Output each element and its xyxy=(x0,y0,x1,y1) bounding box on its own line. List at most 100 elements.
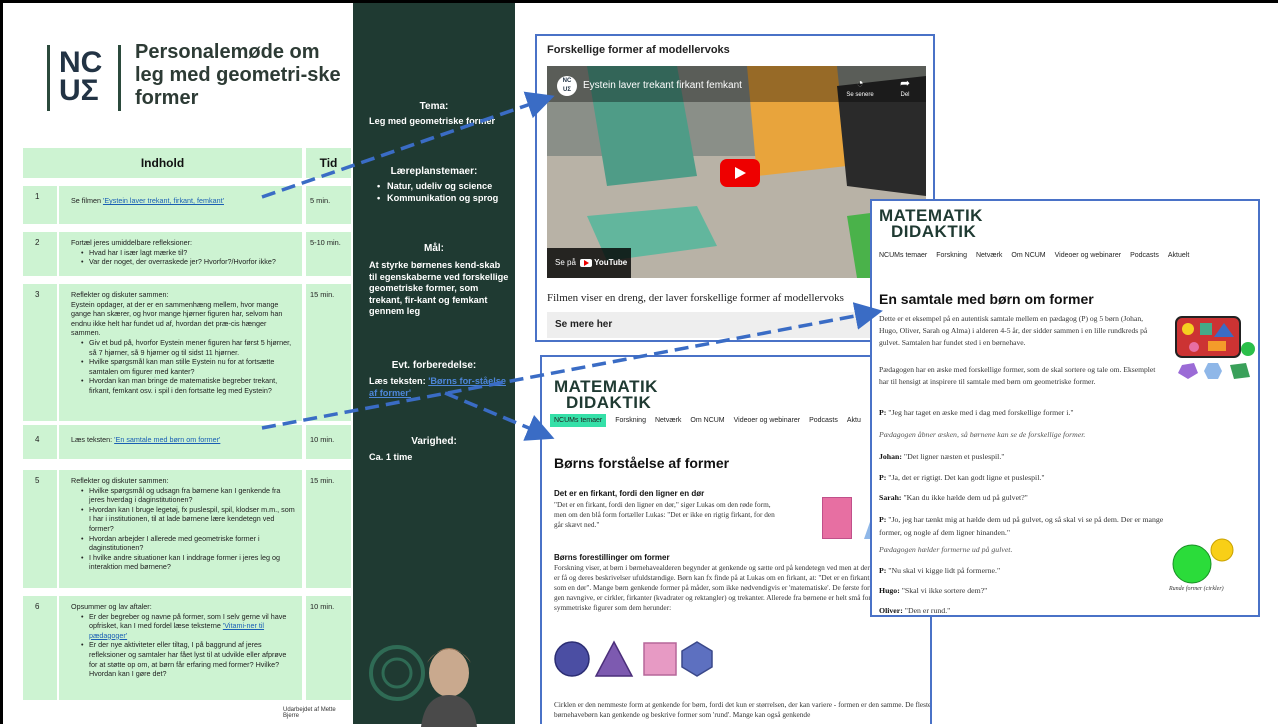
nav-item-videoer[interactable]: Videoer og webinarer xyxy=(734,417,800,424)
nav-item-ncums-temaer[interactable]: NCUMs temaer xyxy=(879,252,927,259)
logo-line-2: UΣ xyxy=(59,74,99,107)
logo-divider xyxy=(47,45,50,111)
row-5-content: Reflekter og diskuter sammen: Hvilke spø… xyxy=(59,470,302,588)
nav-item-aktuelt[interactable]: Aktu xyxy=(847,417,861,424)
left-border xyxy=(0,0,3,724)
watch-later-button[interactable]: ◔ Se senere xyxy=(845,74,875,98)
row-6-bullet: Er der nye aktiviteter eller tiltag, I p… xyxy=(81,640,296,678)
article1-paragraph-1: "Det er en firkant, fordi den ligner en … xyxy=(554,500,775,529)
laereplan-item: Natur, udeliv og science xyxy=(377,181,509,193)
matematik-didaktik-logo[interactable]: MATEMATIK DIDAKTIK xyxy=(554,378,658,412)
dialogue-line: Johan: "Det ligner næsten et puslespil." xyxy=(879,452,1169,461)
row-2-bullet: Var der noget, der overraskede jer? Hvor… xyxy=(81,257,296,267)
row-1-time: 5 min. xyxy=(306,186,351,224)
logo-word-2: DIDAKTIK xyxy=(566,393,652,412)
row-3-number: 3 xyxy=(23,284,57,421)
row-3-intro: Reflekter og diskuter sammen: xyxy=(71,290,169,299)
row-1-number: 1 xyxy=(23,186,57,224)
stage-note: Pædagogen åbner æsken, så børnene kan se… xyxy=(879,430,1086,439)
nav-item-om-ncum[interactable]: Om NCUM xyxy=(690,417,724,424)
row-3-bullet: Giv et bud på, hvorfor Eystein mener fig… xyxy=(81,338,296,357)
maal-heading: Mål: xyxy=(424,243,444,254)
row-6-number: 6 xyxy=(23,596,57,700)
info-band: Tema: Leg med geometriske former Lærepla… xyxy=(353,3,515,727)
nav-item-podcasts[interactable]: Podcasts xyxy=(809,417,838,424)
row-4-content: Læs teksten: 'En samtale med børn om for… xyxy=(59,425,302,459)
nav-item-ncums-temaer[interactable]: NCUMs temaer xyxy=(550,414,607,427)
article-samtale-om-former: MATEMATIK DIDAKTIK NCUMs temaer Forskning… xyxy=(870,199,1260,617)
share-button[interactable]: ➦ Del xyxy=(893,74,917,98)
article2-heading: En samtale med børn om former xyxy=(879,291,1094,307)
pink-rectangle-shape xyxy=(822,497,852,539)
varighed-text: Ca. 1 time xyxy=(369,452,413,462)
row-4-number: 4 xyxy=(23,425,57,459)
nav-item-aktuelt[interactable]: Aktuelt xyxy=(1168,252,1189,259)
nav-item-forskning[interactable]: Forskning xyxy=(936,252,967,259)
utterance: "Den er rund." xyxy=(902,606,951,615)
row-5-number: 5 xyxy=(23,470,57,588)
row-2-intro: Fortæl jeres umiddelbare refleksioner: xyxy=(71,238,193,247)
dialogue-line: P: "Ja, det er rigtigt. Det kan godt lig… xyxy=(879,473,1169,482)
nav-item-om-ncum[interactable]: Om NCUM xyxy=(1011,252,1045,259)
speaker: Hugo: xyxy=(879,586,900,595)
utterance: "Nu skal vi kigge lidt på formerne." xyxy=(886,566,1001,575)
row-5-intro: Reflekter og diskuter sammen: xyxy=(71,476,169,485)
article2-paragraph-1: Dette er et eksempel på en autentisk sam… xyxy=(879,314,1148,347)
nav-item-podcasts[interactable]: Podcasts xyxy=(1130,252,1159,259)
nav-item-netvaerk[interactable]: Netværk xyxy=(655,417,681,424)
nav-item-forskning[interactable]: Forskning xyxy=(615,417,646,424)
text-link-samtale[interactable]: 'En samtale med børn om former' xyxy=(114,435,220,444)
matematik-didaktik-logo[interactable]: MATEMATIK DIDAKTIK xyxy=(879,207,983,241)
shapes-illustration xyxy=(554,640,713,677)
row-2-time: 5-10 min. xyxy=(306,232,351,276)
article1-paragraph-3: Cirklen er den nemmeste form at genkende… xyxy=(554,700,932,719)
logo-word-2: DIDAKTIK xyxy=(891,222,977,241)
utterance: "Det ligner næsten et puslespil." xyxy=(901,452,1005,461)
utterance: "Jo, jeg har tænkt mig at hælde dem ud p… xyxy=(879,515,1164,537)
dialogue-line: Pædagogen åbner æsken, så børnene kan se… xyxy=(879,430,1169,439)
dialogue-line: Hugo: "Skal vi ikke sortere dem?" xyxy=(879,586,1169,595)
nav-item-netvaerk[interactable]: Netværk xyxy=(976,252,1002,259)
header-indhold: Indhold xyxy=(23,148,302,178)
speaker: Oliver: xyxy=(879,606,903,615)
laereplan-heading: Læreplanstemaer: xyxy=(390,166,478,177)
article1-heading: Børns forståelse af former xyxy=(554,455,730,471)
row-2-content: Fortæl jeres umiddelbare refleksioner: H… xyxy=(59,232,302,276)
watch-later-label: Se senere xyxy=(846,92,874,98)
dialogue-line: Sarah: "Kan du ikke hælde dem ud på gulv… xyxy=(879,493,1169,502)
top-border xyxy=(0,0,1278,3)
maal-text: At styrke børnenes kend-skab til egenska… xyxy=(369,260,509,316)
dialogue-line: Oliver: "Den er rund." xyxy=(879,606,1169,615)
forberedelse-text: Læs teksten: 'Børns for-ståelse af forme… xyxy=(369,376,509,399)
watch-on-youtube-button[interactable]: Se på YouTube xyxy=(547,248,631,278)
play-button[interactable] xyxy=(720,159,760,187)
row-5-bullet: Hvilke spørgsmål og udsagn fra børnene k… xyxy=(81,486,296,505)
film-link[interactable]: 'Eystein laver trekant, firkant, femkant… xyxy=(103,196,224,205)
logo-divider-right xyxy=(118,45,121,111)
channel-avatar[interactable]: NC UΣ xyxy=(557,76,577,96)
dialogue-line: Pædagogen hælder formerne ud på gulvet. xyxy=(879,545,1169,554)
tema-heading: Tema: xyxy=(419,101,449,112)
row-6-bullet: Er der begreber og navne på former, som … xyxy=(81,612,296,641)
utterance: "Skal vi ikke sortere dem?" xyxy=(899,586,988,595)
video-caption: Filmen viser en dreng, der laver forskel… xyxy=(547,292,844,304)
shape-box-illustration xyxy=(1175,316,1255,379)
forberedelse-intro: Læs teksten: xyxy=(369,376,429,386)
nav-item-videoer[interactable]: Videoer og webinarer xyxy=(1055,252,1121,259)
row-6-intro: Opsummer og lav aftaler: xyxy=(71,602,152,611)
article1-subheading-1: Det er en firkant, fordi den ligner en d… xyxy=(554,489,705,498)
utterance: "Kan du ikke hælde dem ud på gulvet?" xyxy=(901,493,1028,502)
row-3-bullet: Hvordan kan man bringe de matematiske be… xyxy=(81,376,296,395)
youtube-logo-icon xyxy=(580,258,593,267)
varighed-heading: Varighed: xyxy=(411,436,457,447)
article2-nav: NCUMs temaer Forskning Netværk Om NCUM Video… xyxy=(879,252,1198,259)
laereplan-item: Kommunikation og sprog xyxy=(377,193,509,205)
clock-icon: ◔ xyxy=(856,76,864,90)
row-3-content: Reflekter og diskuter sammen: Eystein op… xyxy=(59,284,302,421)
row-5-bullet: Hvordan arbejder I allerede med geometri… xyxy=(81,534,296,553)
utterance: "Ja, det er rigtigt. Det kan godt ligne … xyxy=(886,473,1045,482)
share-label: Del xyxy=(900,92,910,98)
speaker: Johan: xyxy=(879,452,902,461)
share-icon: ➦ xyxy=(899,76,911,90)
youtube-video-title[interactable]: Eystein laver trekant firkant femkant xyxy=(583,80,742,91)
